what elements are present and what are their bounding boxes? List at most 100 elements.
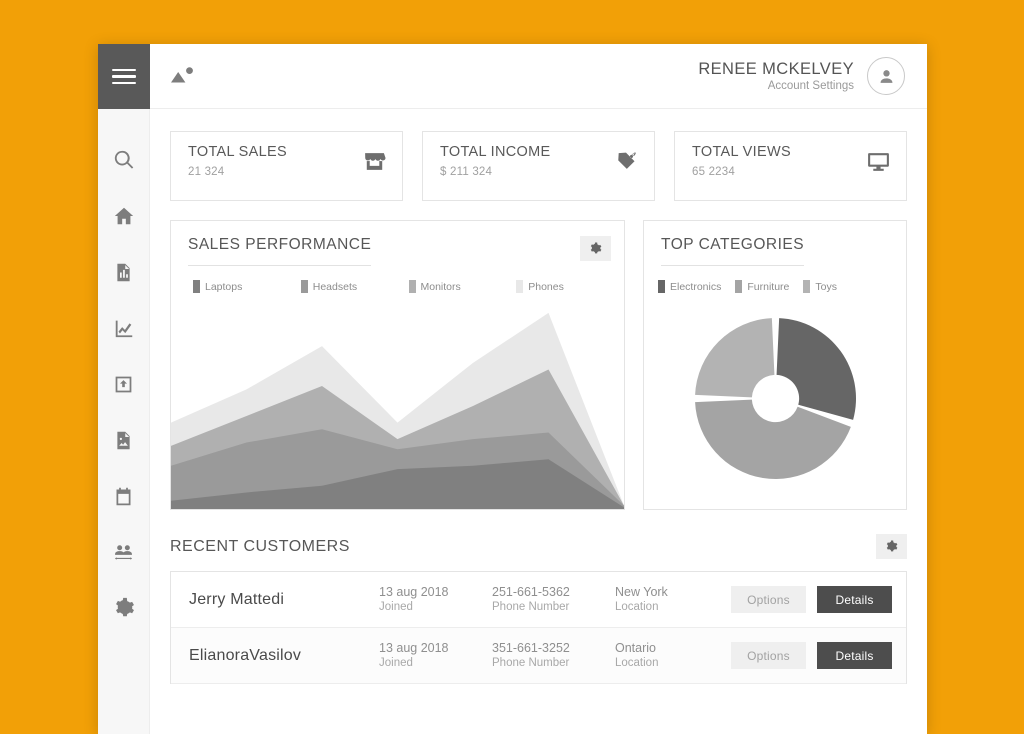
joined-value: 13 aug 2018 <box>379 585 492 601</box>
home-icon <box>113 205 135 227</box>
search-icon <box>113 149 135 171</box>
donut-chart-svg <box>688 311 863 486</box>
stat-title: TOTAL SALES <box>188 145 287 161</box>
account-settings-link[interactable]: Account Settings <box>698 80 854 92</box>
stat-icon <box>362 149 387 179</box>
sidebar-item-settings[interactable] <box>98 591 150 625</box>
table-row[interactable]: ElianoraVasilov 13 aug 2018 Joined 351-6… <box>171 628 906 684</box>
phone-value: 251-661-5362 <box>492 585 615 601</box>
options-button[interactable]: Options <box>731 586 806 613</box>
sales-settings-button[interactable] <box>580 236 611 261</box>
recent-customers-settings-button[interactable] <box>876 534 907 559</box>
sidebar-item-reports[interactable] <box>98 255 150 289</box>
details-button[interactable]: Details <box>817 642 892 669</box>
customer-name: Jerry Mattedi <box>189 591 379 609</box>
gear-icon <box>885 540 898 553</box>
top-categories-panel: TOP CATEGORIES Electronics Furniture <box>643 220 907 510</box>
sales-performance-panel: SALES PERFORMANCE Laptops Headsets <box>170 220 625 510</box>
row-actions: Options Details <box>731 586 892 613</box>
upload-box-icon <box>113 374 134 395</box>
customer-name: ElianoraVasilov <box>189 647 379 665</box>
gear-icon <box>589 242 602 255</box>
pie-slice-toys[interactable] <box>695 318 774 397</box>
legend-item[interactable]: Laptops <box>193 280 301 293</box>
legend-label: Toys <box>815 281 837 293</box>
legend-label: Monitors <box>421 281 461 293</box>
image-file-icon <box>113 430 134 451</box>
legend-item[interactable]: Furniture <box>735 280 789 293</box>
location-label: Location <box>615 656 715 670</box>
panel-title: SALES PERFORMANCE <box>188 236 371 266</box>
stat-card-total-income[interactable]: TOTAL INCOME $ 211 324 <box>422 131 655 201</box>
stat-value: 21 324 <box>188 166 287 178</box>
sidebar-item-calendar[interactable] <box>98 479 150 513</box>
sidebar-item-home[interactable] <box>98 199 150 233</box>
monitor-icon <box>866 149 891 174</box>
sidebar-item-uploads[interactable] <box>98 367 150 401</box>
sales-area-chart <box>171 293 624 509</box>
location-label: Location <box>615 600 715 614</box>
user-info[interactable]: RENEE MCKELVEY Account Settings <box>698 60 854 93</box>
legend-item[interactable]: Electronics <box>658 280 721 293</box>
details-button[interactable]: Details <box>817 586 892 613</box>
customer-phone: 351-661-3252 Phone Number <box>492 641 615 671</box>
legend-swatch <box>193 280 200 293</box>
recent-customers-table: Jerry Mattedi 13 aug 2018 Joined 251-661… <box>170 571 907 684</box>
main-area: RENEE MCKELVEY Account Settings TOTAL SA… <box>150 44 927 734</box>
legend-swatch <box>735 280 742 293</box>
panel-header: TOP CATEGORIES <box>644 221 906 266</box>
sidebar-item-search[interactable] <box>98 143 150 177</box>
legend-swatch <box>409 280 416 293</box>
table-row[interactable]: Jerry Mattedi 13 aug 2018 Joined 251-661… <box>171 572 906 628</box>
customer-phone: 251-661-5362 Phone Number <box>492 585 615 615</box>
sidebar-item-media[interactable] <box>98 423 150 457</box>
topbar: RENEE MCKELVEY Account Settings <box>150 44 927 109</box>
hamburger-menu-button[interactable] <box>98 44 150 109</box>
avatar[interactable] <box>867 57 905 95</box>
user-avatar-icon <box>877 67 896 86</box>
legend-item[interactable]: Monitors <box>409 280 517 293</box>
phone-value: 351-661-3252 <box>492 641 615 657</box>
legend-item[interactable]: Toys <box>803 280 837 293</box>
phone-label: Phone Number <box>492 600 615 614</box>
users-group-icon <box>112 541 135 564</box>
sidebar-nav <box>98 109 149 625</box>
sidebar-item-customers[interactable] <box>98 535 150 569</box>
area-chart-svg <box>171 293 624 509</box>
document-chart-icon <box>113 262 134 283</box>
customer-joined: 13 aug 2018 Joined <box>379 585 492 615</box>
stat-icon <box>866 149 891 179</box>
legend-label: Headsets <box>313 281 357 293</box>
location-value: Ontario <box>615 641 715 657</box>
legend-swatch <box>516 280 523 293</box>
categories-legend: Electronics Furniture Toys <box>644 266 906 293</box>
legend-item[interactable]: Headsets <box>301 280 409 293</box>
phone-label: Phone Number <box>492 656 615 670</box>
recent-customers-title: RECENT CUSTOMERS <box>170 538 350 556</box>
recent-customers-header: RECENT CUSTOMERS <box>170 534 907 559</box>
stat-card-total-views[interactable]: TOTAL VIEWS 65 2234 <box>674 131 907 201</box>
joined-label: Joined <box>379 656 492 670</box>
image-placeholder-logo-icon <box>170 66 196 86</box>
legend-swatch <box>301 280 308 293</box>
dashboard-window: RENEE MCKELVEY Account Settings TOTAL SA… <box>98 44 927 734</box>
legend-item[interactable]: Phones <box>516 280 624 293</box>
location-value: New York <box>615 585 715 601</box>
sales-legend: Laptops Headsets Monitors Phones <box>171 266 624 293</box>
options-button[interactable]: Options <box>731 642 806 669</box>
line-chart-icon <box>113 317 135 339</box>
price-tag-icon <box>614 149 639 174</box>
panel-header: SALES PERFORMANCE <box>171 221 624 266</box>
app-logo[interactable] <box>170 63 200 89</box>
calendar-icon <box>113 486 134 507</box>
legend-label: Laptops <box>205 281 242 293</box>
sidebar-item-analytics[interactable] <box>98 311 150 345</box>
stat-title: TOTAL INCOME <box>440 145 550 161</box>
content: TOTAL SALES 21 324 TOTAL INCOME $ 211 32… <box>150 109 927 734</box>
joined-label: Joined <box>379 600 492 614</box>
stat-cards: TOTAL SALES 21 324 TOTAL INCOME $ 211 32… <box>170 131 907 201</box>
stat-card-total-sales[interactable]: TOTAL SALES 21 324 <box>170 131 403 201</box>
pie-slice-electronics[interactable] <box>776 318 855 420</box>
customer-location: Ontario Location <box>615 641 715 671</box>
sidebar <box>98 44 150 734</box>
